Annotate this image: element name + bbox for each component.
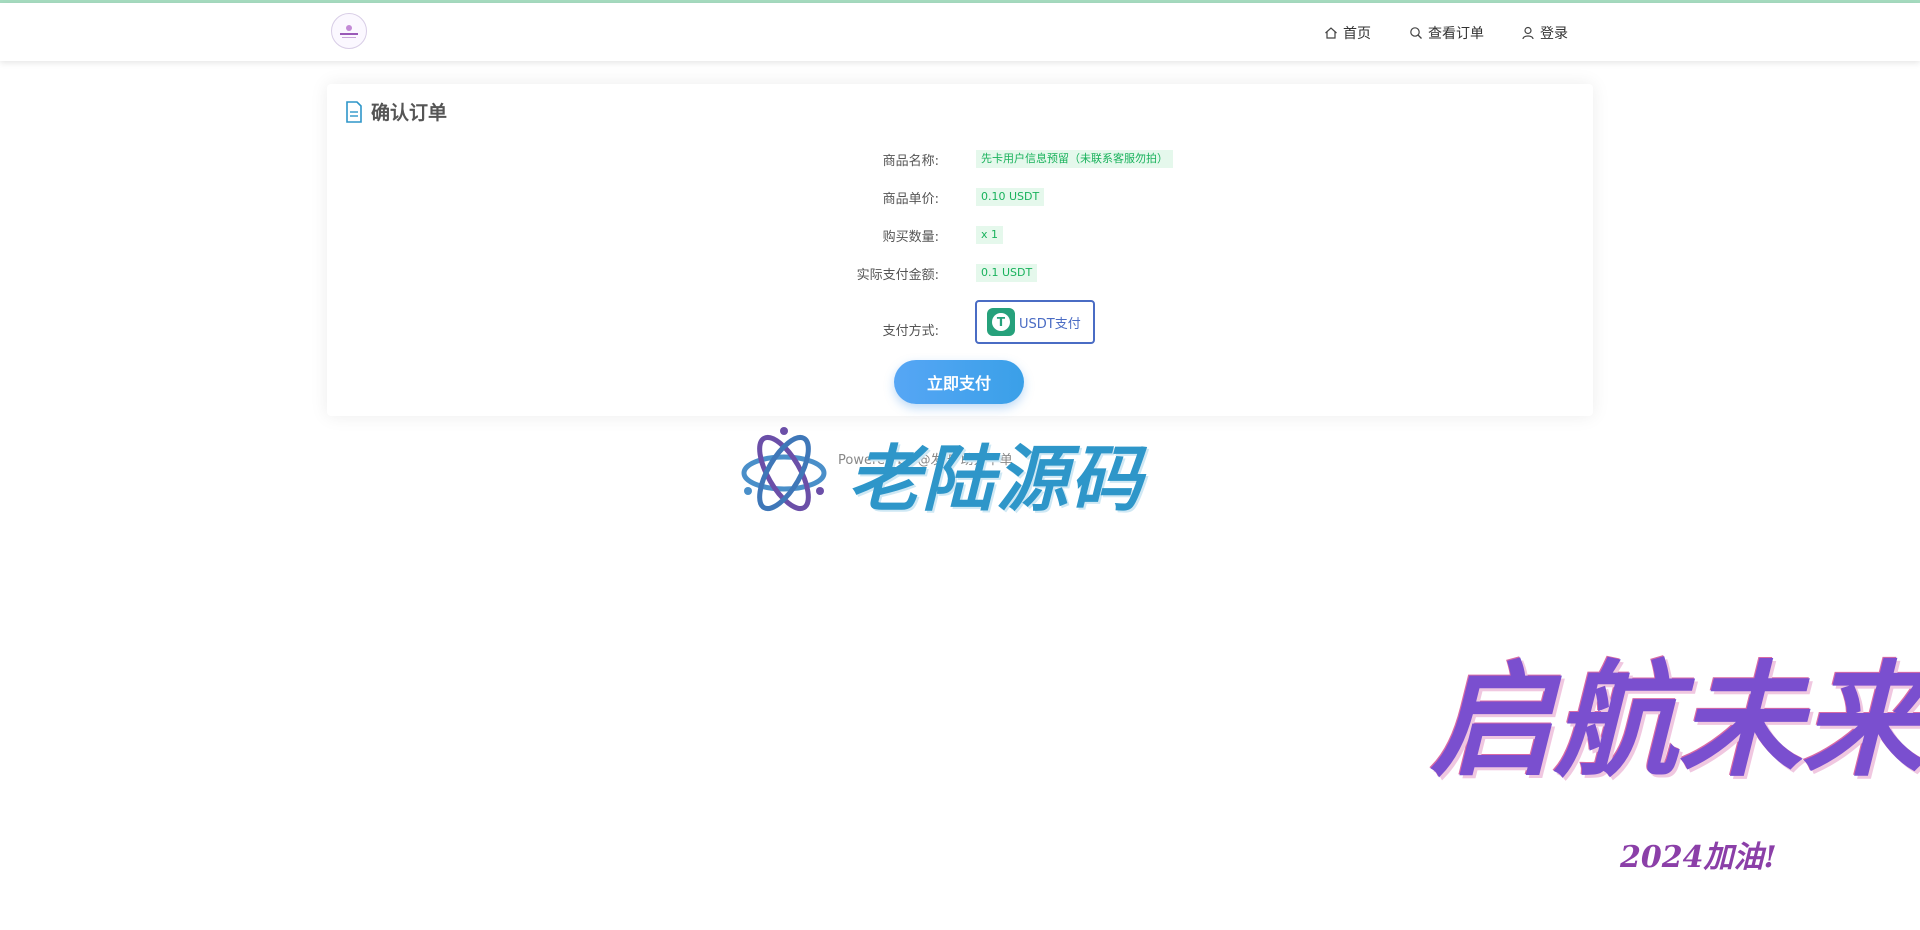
confirm-order-card: 确认订单 商品名称: 先卡用户信息预留（未联系客服勿拍） 商品单价: 0.10 … — [327, 84, 1593, 416]
slogan-sub-text: 2024加油! — [1620, 840, 1777, 875]
search-icon — [1410, 27, 1422, 39]
unit-price-label: 商品单价: — [882, 192, 939, 207]
home-icon — [1325, 27, 1337, 39]
card-header: 确认订单 — [345, 98, 447, 125]
navbar: 首页 查看订单 登录 — [0, 3, 1920, 61]
actual-amount-label: 实际支付金额: — [856, 268, 939, 283]
user-icon — [1522, 26, 1534, 40]
product-name-value: 先卡用户信息预留（未联系客服勿拍） — [976, 150, 1173, 168]
tether-icon: T — [987, 308, 1015, 336]
usdt-pay-label: USDT支付 — [1019, 316, 1081, 332]
nav-home-label: 首页 — [1343, 26, 1371, 42]
payment-method-label: 支付方式: — [882, 324, 939, 339]
row-quantity: 购买数量: x 1 — [327, 224, 1593, 246]
row-actual-amount: 实际支付金额: 0.1 USDT — [327, 262, 1593, 284]
brand-watermark: 老陆源码 — [740, 420, 1144, 525]
slogan-text: 启航未来 — [1430, 649, 1920, 794]
brand-watermark-text: 老陆源码 — [848, 437, 1145, 521]
product-name-label: 商品名称: — [882, 154, 939, 169]
usdt-pay-option[interactable]: T USDT支付 — [975, 300, 1095, 344]
card-title: 确认订单 — [371, 102, 448, 124]
actual-amount-value: 0.1 USDT — [976, 264, 1038, 282]
pay-now-button[interactable]: 立即支付 — [894, 360, 1024, 404]
atom-logo-icon — [741, 426, 827, 511]
nav-orders-label: 查看订单 — [1428, 26, 1484, 42]
nav-login[interactable]: 登录 — [1521, 23, 1568, 43]
nav-orders[interactable]: 查看订单 — [1409, 23, 1484, 43]
quantity-label: 购买数量: — [882, 230, 939, 245]
quantity-value: x 1 — [976, 226, 1004, 244]
nav-login-label: 登录 — [1540, 26, 1568, 42]
row-product-name: 商品名称: 先卡用户信息预留（未联系客服勿拍） — [327, 148, 1593, 170]
row-payment-method: 支付方式: — [327, 318, 1593, 340]
unit-price-value: 0.10 USDT — [976, 188, 1045, 206]
document-icon — [346, 100, 362, 123]
nav-home[interactable]: 首页 — [1324, 23, 1371, 43]
row-unit-price: 商品单价: 0.10 USDT — [327, 186, 1593, 208]
site-logo[interactable] — [331, 13, 367, 49]
slogan-watermark: 启航未来 2024加油! — [1430, 649, 1920, 876]
